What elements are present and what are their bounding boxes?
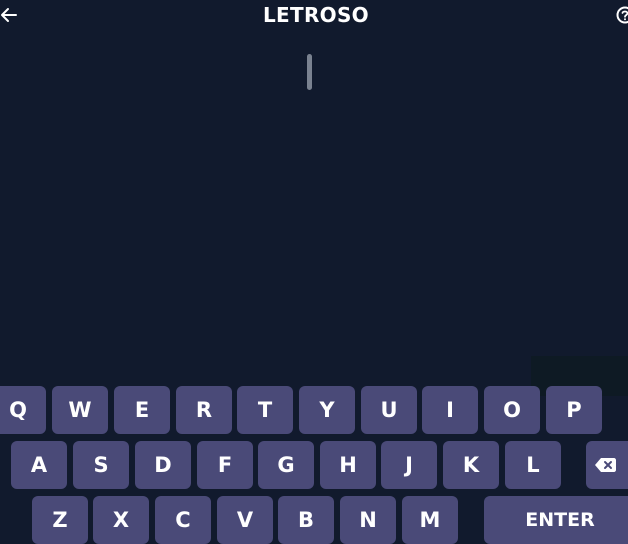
key-n[interactable]: N (340, 496, 396, 544)
key-u[interactable]: U (361, 386, 417, 434)
key-l[interactable]: L (505, 441, 561, 489)
key-y[interactable]: Y (299, 386, 355, 434)
key-c[interactable]: C (155, 496, 211, 544)
key-w[interactable]: W (52, 386, 108, 434)
key-a[interactable]: A (11, 441, 67, 489)
delete-button[interactable] (586, 441, 628, 489)
key-f[interactable]: F (197, 441, 253, 489)
enter-button[interactable]: ENTER (484, 496, 628, 544)
key-p[interactable]: P (546, 386, 602, 434)
key-z[interactable]: Z (32, 496, 88, 544)
keyboard: Q W E R T Y U I O P A S D F G H J K L Z … (0, 0, 628, 530)
key-b[interactable]: B (278, 496, 334, 544)
backspace-icon (593, 456, 617, 474)
key-v[interactable]: V (217, 496, 273, 544)
key-t[interactable]: T (237, 386, 293, 434)
key-m[interactable]: M (402, 496, 458, 544)
enter-label: ENTER (525, 509, 594, 531)
key-j[interactable]: J (381, 441, 437, 489)
key-r[interactable]: R (176, 386, 232, 434)
key-s[interactable]: S (73, 441, 129, 489)
key-g[interactable]: G (258, 441, 314, 489)
key-e[interactable]: E (114, 386, 170, 434)
key-o[interactable]: O (484, 386, 540, 434)
key-x[interactable]: X (93, 496, 149, 544)
key-k[interactable]: K (443, 441, 499, 489)
key-h[interactable]: H (320, 441, 376, 489)
key-q[interactable]: Q (0, 386, 46, 434)
key-d[interactable]: D (135, 441, 191, 489)
key-i[interactable]: I (422, 386, 478, 434)
